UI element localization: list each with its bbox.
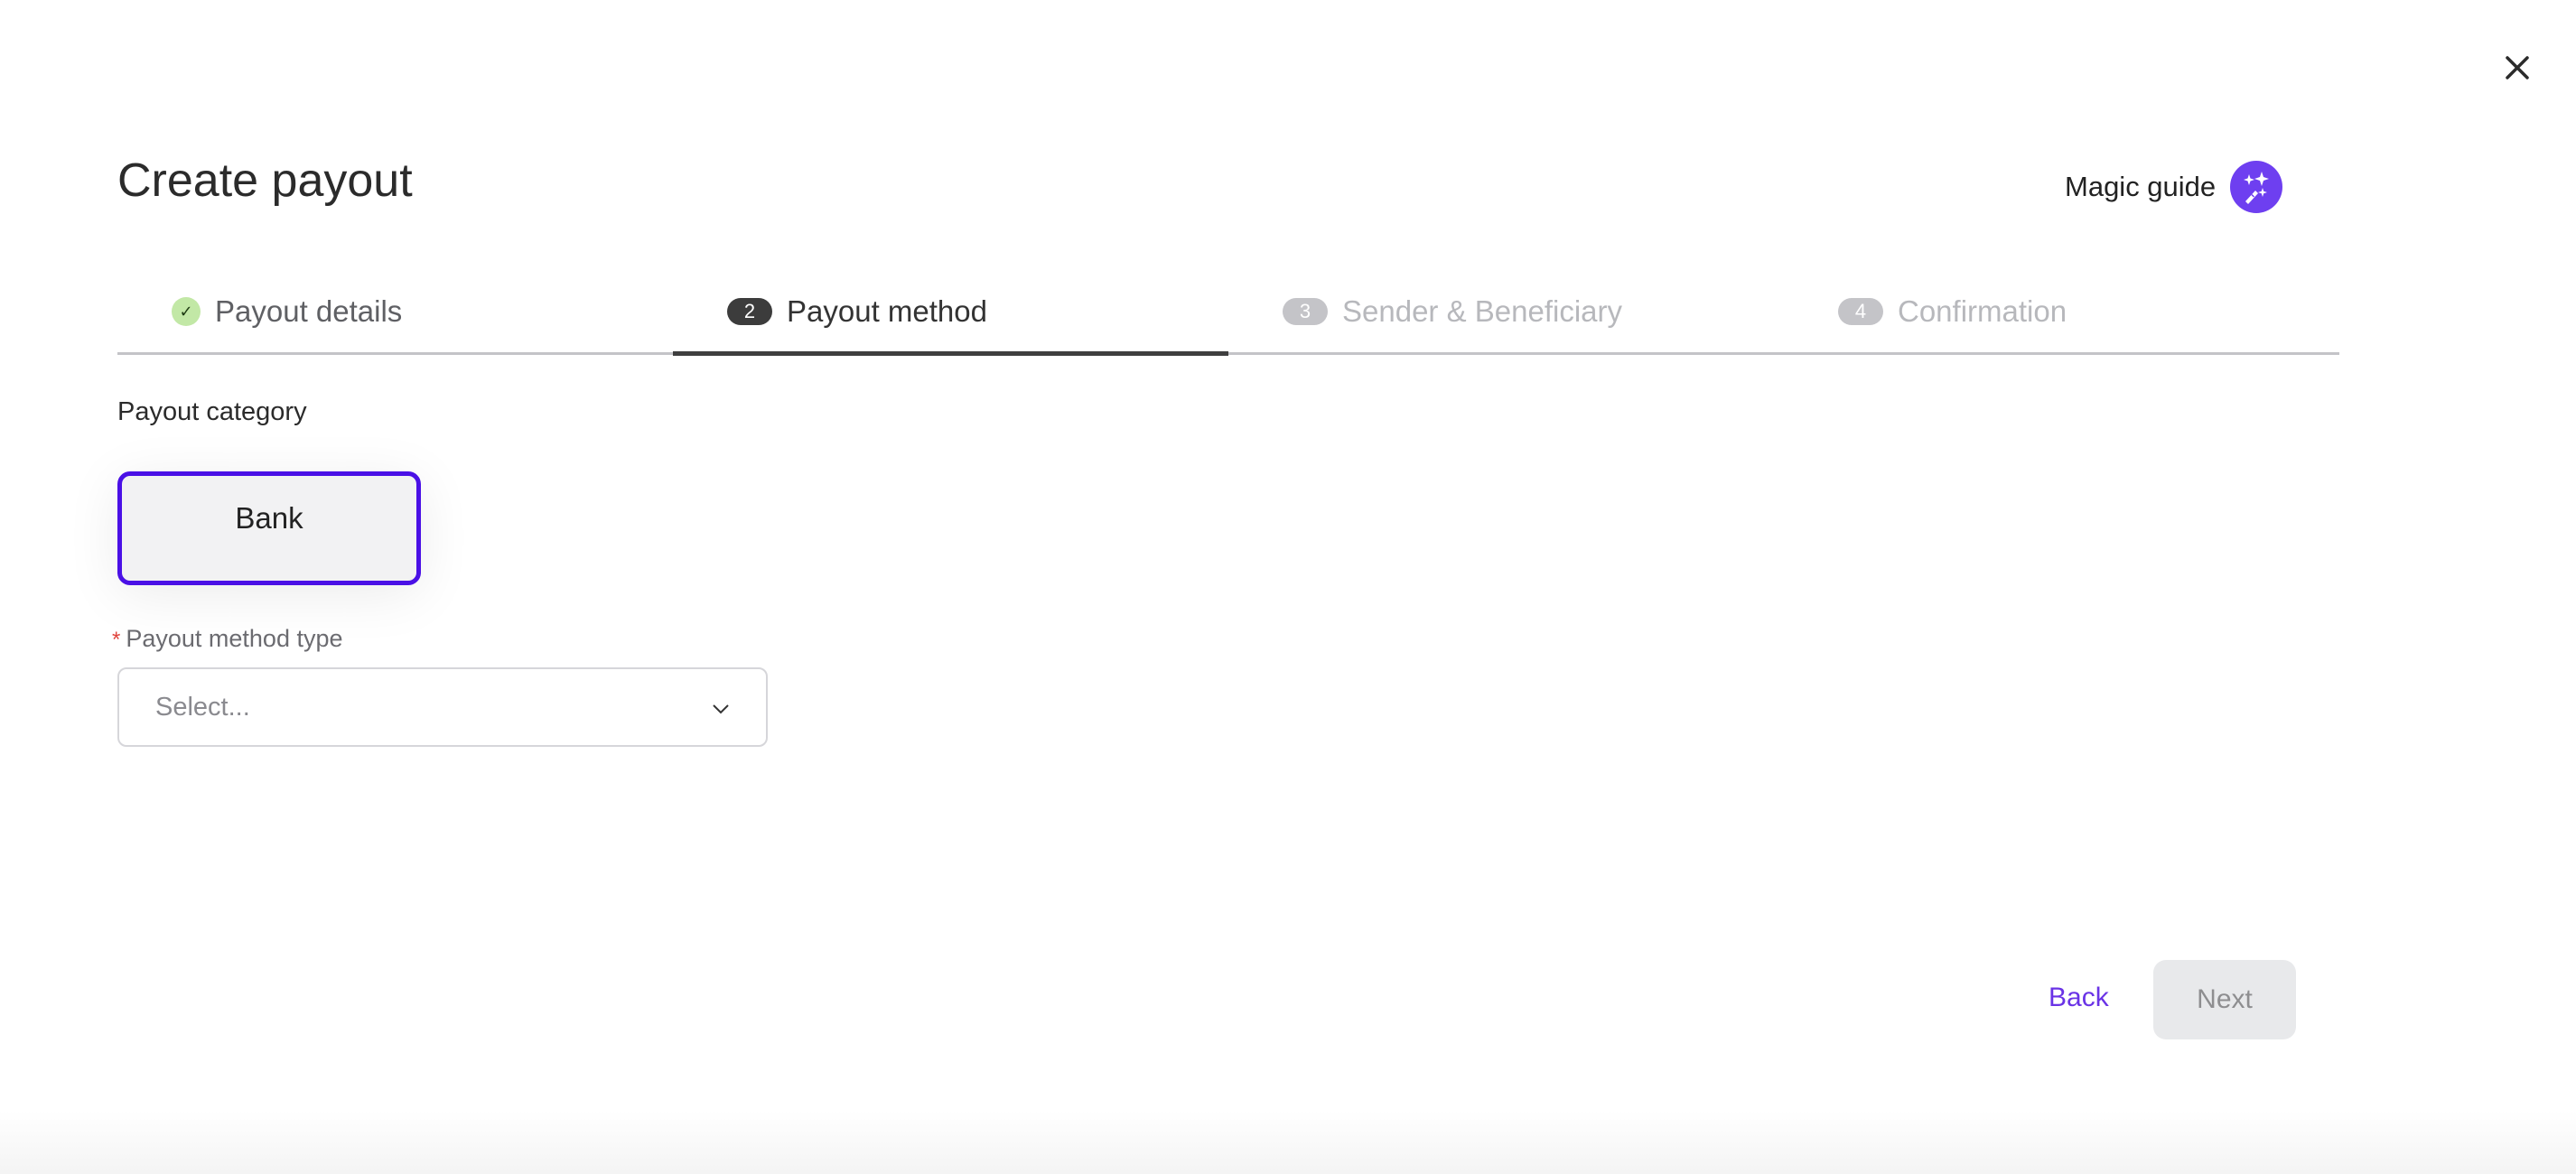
tab-confirmation[interactable]: 4 Confirmation (1784, 271, 2339, 352)
required-marker: * (112, 628, 121, 652)
magic-guide-label: Magic guide (2065, 171, 2217, 202)
category-card-label: Bank (235, 501, 303, 535)
check-icon: ✓ (172, 297, 201, 326)
tab-label: Sender & Beneficiary (1342, 294, 1623, 328)
category-card-bank[interactable]: Bank (117, 471, 421, 585)
stepper-tabs: ✓ Payout details 2 Payout method 3 Sende… (117, 271, 2339, 356)
step-number-badge: 2 (727, 298, 772, 325)
payout-method-type-label: * Payout method type (112, 625, 343, 653)
magic-wand-sparkles-icon (2230, 161, 2283, 213)
page-title: Create payout (117, 154, 413, 207)
tab-label: Confirmation (1898, 294, 2067, 328)
payout-method-type-select[interactable]: Select... (117, 667, 768, 747)
tab-payout-method[interactable]: 2 Payout method (673, 271, 1228, 356)
tab-label: Payout details (215, 294, 403, 328)
field-label-text: Payout method type (126, 625, 343, 652)
bottom-fade (0, 1111, 2576, 1174)
tab-label: Payout method (787, 294, 987, 328)
tab-sender-beneficiary[interactable]: 3 Sender & Beneficiary (1228, 271, 1784, 352)
back-button[interactable]: Back (2049, 983, 2109, 1013)
magic-guide-button[interactable]: Magic guide (2065, 161, 2283, 213)
step-number-badge: 3 (1283, 298, 1328, 325)
payout-category-label: Payout category (117, 397, 307, 426)
close-icon (2506, 56, 2529, 79)
step-number-badge: 4 (1838, 298, 1883, 325)
select-placeholder: Select... (155, 693, 250, 722)
close-button[interactable] (2498, 49, 2536, 87)
tab-payout-details[interactable]: ✓ Payout details (117, 271, 673, 352)
chevron-down-icon (713, 704, 729, 714)
next-button[interactable]: Next (2153, 960, 2296, 1039)
